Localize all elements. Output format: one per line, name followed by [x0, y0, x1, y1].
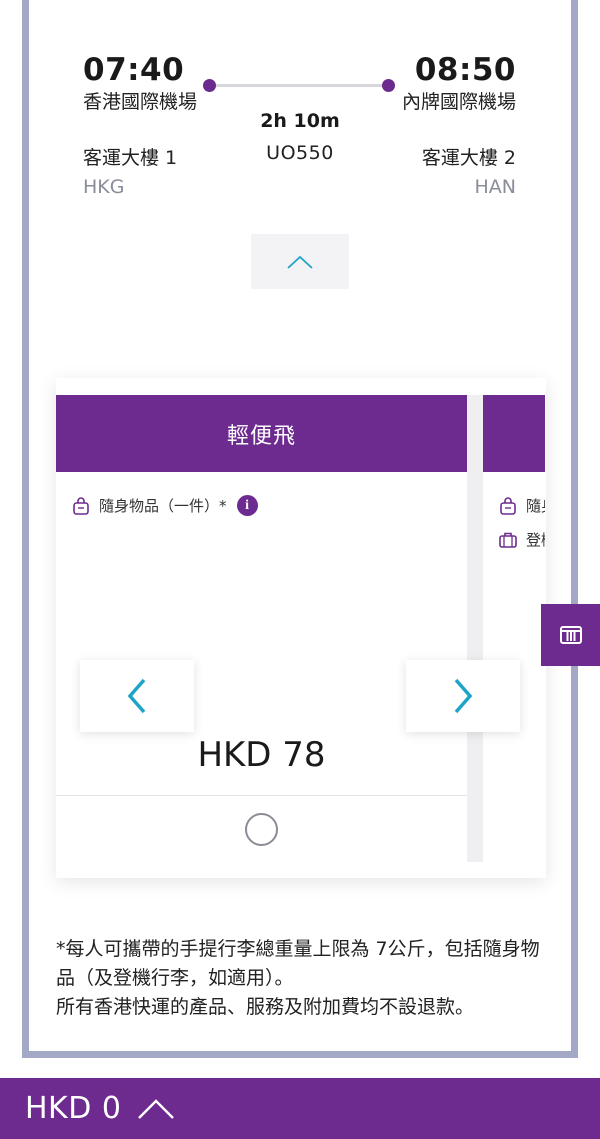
fare-item-carry-on: 隨身物品（一件）* i	[71, 495, 258, 516]
arrival-airport: 內牌國際機場	[401, 91, 516, 113]
fare-next-item-checked-bag: 登機行李	[498, 529, 545, 550]
price-summary-bar[interactable]: HKD 0	[0, 1078, 600, 1139]
fare-card-next[interactable]: 隨身物品 登機行李	[483, 395, 545, 862]
bag-icon	[500, 496, 516, 515]
fare-next-item-carry-on: 隨身物品	[498, 495, 545, 516]
arrival-time: 08:50	[414, 52, 516, 88]
carousel-gutter	[467, 395, 483, 862]
baggage-note-line2: 所有香港快運的產品、服務及附加費均不設退款。	[56, 996, 475, 1018]
baggage-note: *每人可攜帶的手提行李總重量上限為 7公斤，包括隨身物品（及登機行李，如適用）。…	[56, 935, 546, 1022]
fare-select-radio[interactable]	[245, 813, 278, 846]
fare-card-light[interactable]: 輕便飛 隨身物品（一件）* i HKD 78	[56, 395, 544, 862]
carousel-prev-button[interactable]	[80, 660, 194, 732]
arrival-dot	[382, 79, 395, 92]
chevron-right-icon	[454, 678, 473, 714]
departure-time: 07:40	[83, 52, 185, 88]
chevron-up-icon[interactable]	[137, 1098, 175, 1120]
fare-card-next-header	[483, 395, 545, 472]
fare-item-label: 隨身物品（一件）*	[99, 497, 227, 515]
departure-airport: 香港國際機場	[83, 91, 198, 113]
route-line	[210, 84, 390, 87]
departure-terminal: 客運大樓 1	[83, 147, 178, 169]
bag-icon	[73, 496, 89, 515]
arrival-code: HAN	[474, 176, 517, 198]
fare-price: HKD 78	[197, 735, 326, 775]
columns-icon	[559, 626, 582, 644]
fare-next-item-label: 登機行李	[526, 531, 545, 549]
fare-card-title: 輕便飛	[56, 395, 467, 472]
fare-next-item-label: 隨身物品	[526, 497, 545, 515]
collapse-details-button[interactable]	[251, 234, 349, 289]
luggage-icon	[499, 532, 517, 548]
chevron-left-icon	[127, 678, 146, 714]
arrival-terminal: 客運大樓 2	[421, 147, 516, 169]
flight-number: UO550	[266, 142, 334, 164]
compare-view-button[interactable]	[541, 604, 600, 666]
chevron-up-icon	[287, 255, 313, 269]
carousel-next-button[interactable]	[406, 660, 520, 732]
info-icon[interactable]: i	[236, 495, 258, 516]
baggage-note-line1: *每人可攜帶的手提行李總重量上限為 7公斤，包括隨身物品（及登機行李，如適用）。	[56, 938, 540, 989]
total-price: HKD 0	[25, 1091, 122, 1126]
departure-code: HKG	[83, 176, 125, 198]
flight-duration: 2h 10m	[260, 110, 340, 132]
departure-dot	[203, 79, 216, 92]
